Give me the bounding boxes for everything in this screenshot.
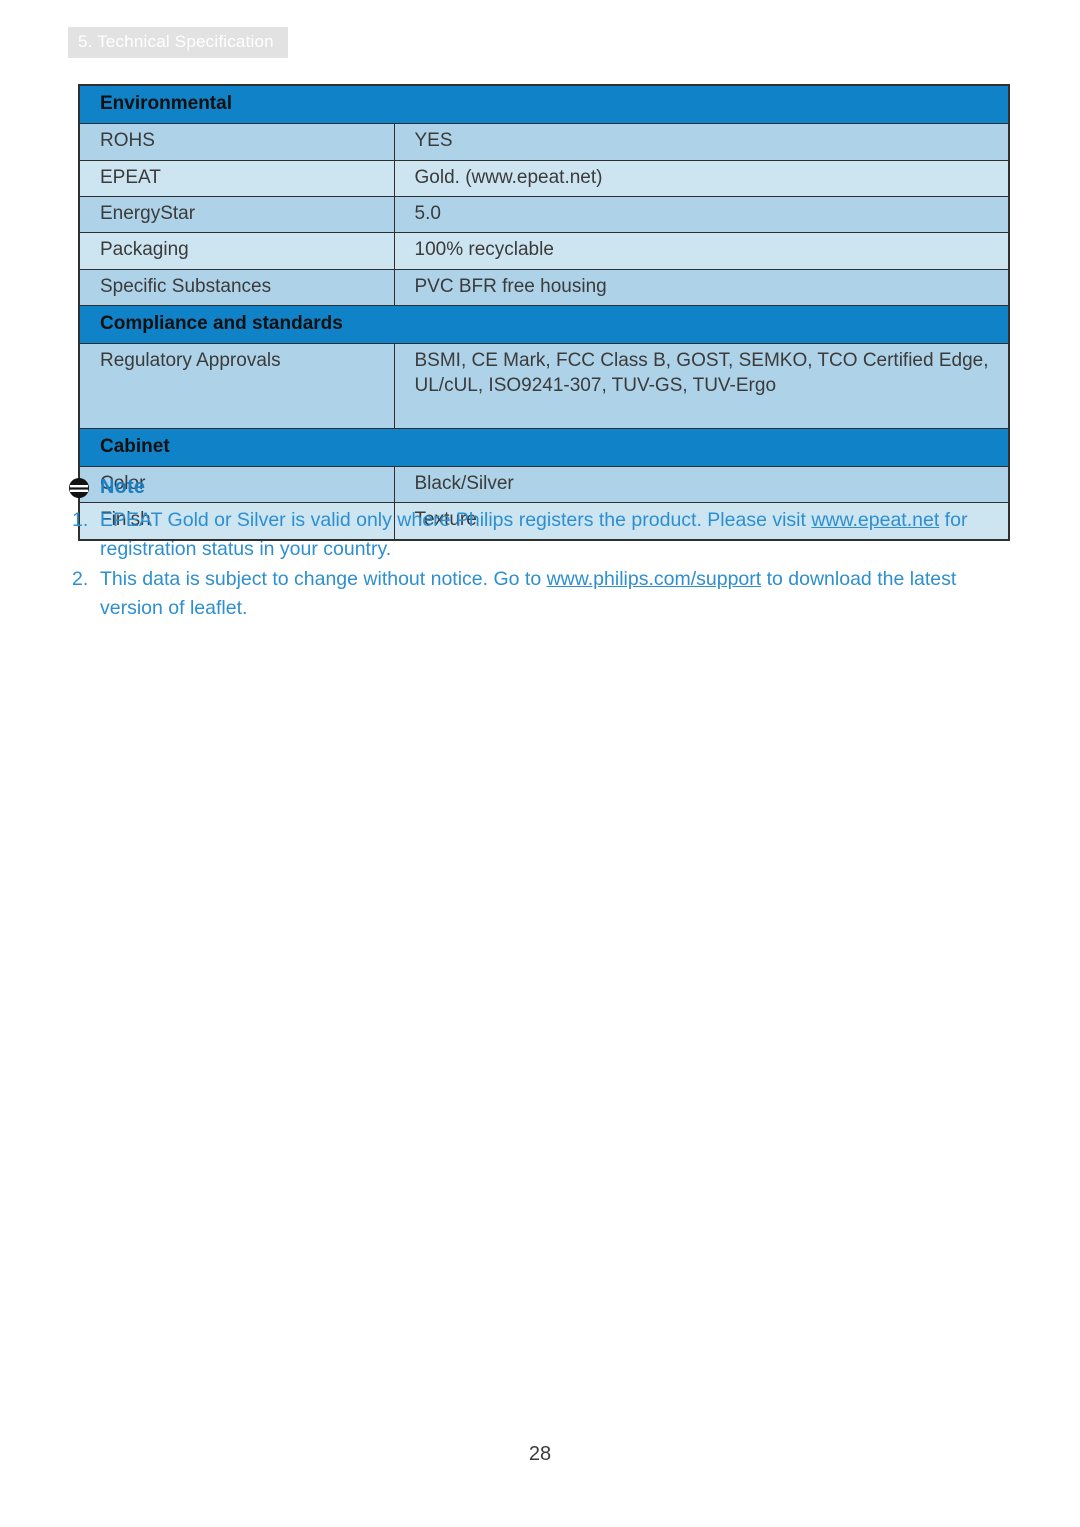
row-value: 5.0 [393,195,1010,234]
row-value: YES [393,123,1010,161]
note-icon [69,477,89,498]
table-section-header-row: Compliance and standards [78,304,1010,345]
table-section-header-row: Cabinet [78,427,1010,468]
row-label: Regulatory Approvals [78,343,395,429]
note-item-number: 2. [72,568,89,591]
table-row: EPEAT Gold. (www.epeat.net) [78,159,1010,197]
table-row: Specific Substances PVC BFR free housing [78,268,1010,306]
table-row: ROHS YES [78,123,1010,161]
table-row: Packaging 100% recyclable [78,232,1010,270]
table-section-header-row: Environmental [78,84,1010,125]
running-header-tab: 5. Technical Specification [68,27,288,58]
note-item-number: 1. [72,509,89,531]
note-title: Note [100,476,146,498]
section-title-environmental: Environmental [78,84,1010,125]
note-heading: Note [68,476,1018,499]
technical-specification-table: Environmental ROHS YES EPEAT Gold. (www.… [78,84,1010,541]
row-value: BSMI, CE Mark, FCC Class B, GOST, SEMKO,… [393,343,1010,429]
note-list-item: 2. This data is subject to change without… [68,565,1018,622]
note-item-text-before: EPEAT Gold or Silver is valid only where… [100,509,812,531]
row-label: Packaging [78,232,395,270]
row-label: Specific Substances [78,268,395,306]
table-row: Regulatory Approvals BSMI, CE Mark, FCC … [78,343,1010,429]
note-item-link[interactable]: www.philips.com/support [547,568,762,590]
note-list: 1. EPEAT Gold or Silver is valid only whe… [68,506,1018,623]
row-value: 100% recyclable [393,232,1010,270]
row-label: ROHS [78,123,395,161]
table-row: EnergyStar 5.0 [78,195,1010,234]
note-item-text-before: This data is subject to change without n… [100,568,547,591]
section-title-cabinet: Cabinet [78,427,1010,468]
section-title-compliance-and-standards: Compliance and standards [78,304,1010,345]
row-value: PVC BFR free housing [393,268,1010,306]
row-label: EPEAT [78,159,395,197]
page-number: 28 [528,1443,552,1465]
row-value: Gold. (www.epeat.net) [393,159,1010,197]
row-label: EnergyStar [78,195,395,234]
note-block: Note 1. EPEAT Gold or Silver is valid onl… [68,476,1018,625]
note-item-link[interactable]: www.epeat.net [811,509,939,531]
note-list-item: 1. EPEAT Gold or Silver is valid only whe… [68,506,1018,563]
